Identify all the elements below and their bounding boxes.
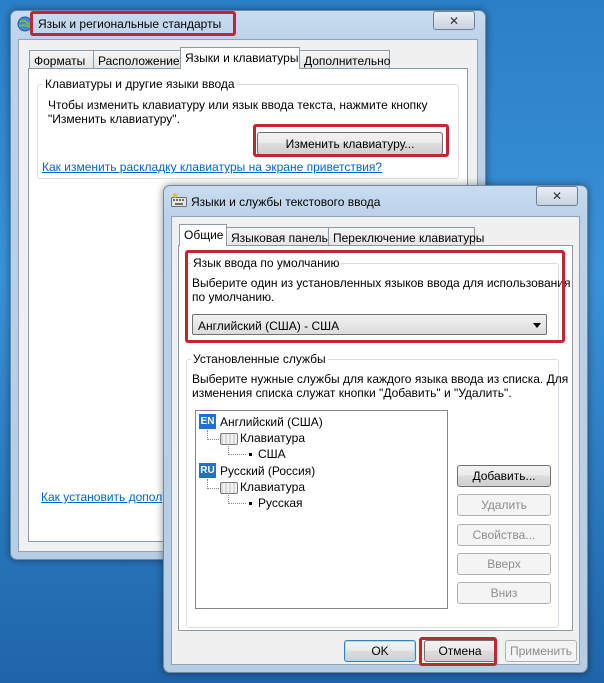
- button-label: Добавить...: [472, 469, 536, 483]
- keyboard-icon: [171, 193, 187, 207]
- tab-label: Языковая панель: [231, 231, 328, 245]
- tab-label: Форматы: [34, 54, 86, 68]
- close-icon: ✕: [448, 13, 460, 28]
- title-highlight: [30, 11, 236, 36]
- button-label: OK: [371, 644, 389, 658]
- tab-label: Расположение: [98, 54, 180, 68]
- tree-item-en-layout[interactable]: США: [258, 447, 286, 461]
- group-title: Клавиатуры и другие языки ввода: [43, 77, 237, 91]
- bullet-icon: [249, 453, 252, 456]
- tab-language-bar[interactable]: Языковая панель: [226, 227, 329, 246]
- tab-formats[interactable]: Форматы: [29, 50, 94, 69]
- tree-line: [207, 488, 219, 489]
- apply-button[interactable]: Применить: [505, 640, 577, 662]
- button-label: Вверх: [487, 557, 521, 571]
- default-language-highlight: [185, 250, 565, 343]
- button-label: Вниз: [490, 586, 518, 600]
- properties-button[interactable]: Свойства...: [457, 524, 551, 546]
- tab-label: Общие: [184, 228, 224, 242]
- close-button[interactable]: ✕: [536, 186, 578, 206]
- tree-item-ru-layout[interactable]: Русская: [258, 496, 303, 510]
- button-label: Применить: [509, 644, 572, 658]
- tree-item-en-language[interactable]: Английский (США): [220, 415, 323, 429]
- tab-keyboard-switching[interactable]: Переключение клавиатуры: [328, 227, 484, 246]
- window-title: Языки и службы текстового ввода: [191, 195, 381, 209]
- tree-item-ru-language[interactable]: Русский (Россия): [220, 464, 315, 478]
- group-text: изменения списка служат кнопки "Добавить…: [192, 386, 512, 400]
- move-down-button[interactable]: Вниз: [457, 582, 551, 604]
- keyboard-icon: [220, 433, 238, 445]
- move-up-button[interactable]: Вверх: [457, 553, 551, 575]
- services-tree[interactable]: EN Английский (США) Клавиатура США RU Ру…: [195, 410, 448, 609]
- button-label: Удалить: [481, 498, 527, 512]
- tab-general[interactable]: Общие: [179, 224, 227, 246]
- tree-item-en-keyboard[interactable]: Клавиатура: [240, 431, 305, 445]
- button-label: Свойства...: [472, 528, 536, 542]
- tab-label: Дополнительно: [304, 54, 391, 68]
- tab-languages-keyboards[interactable]: Языки и клавиатуры: [180, 47, 300, 69]
- tree-line: [228, 503, 246, 504]
- ok-button[interactable]: OK: [344, 640, 416, 662]
- tree-line: [207, 439, 219, 440]
- close-icon: ✕: [551, 189, 563, 203]
- ru-language-icon: RU: [199, 463, 216, 478]
- group-text: Чтобы изменить клавиатуру или язык ввода…: [48, 98, 428, 112]
- installed-services-group: Установленные службы Выберите нужные слу…: [186, 352, 568, 628]
- tab-location[interactable]: Расположение: [93, 50, 181, 69]
- cancel-highlight: [419, 637, 497, 666]
- add-button[interactable]: Добавить...: [457, 465, 551, 487]
- tab-label: Языки и клавиатуры: [185, 51, 299, 65]
- bullet-icon: [249, 502, 252, 505]
- en-language-icon: EN: [199, 414, 216, 429]
- button-highlight: [253, 124, 449, 157]
- install-languages-link[interactable]: Как установить допол: [41, 490, 162, 504]
- group-text: "Изменить клавиатуру".: [48, 112, 180, 126]
- tree-line: [228, 454, 246, 455]
- keyboard-icon: [220, 482, 238, 494]
- close-button[interactable]: ✕: [433, 11, 475, 30]
- tab-label: Переключение клавиатуры: [333, 231, 485, 245]
- tree-item-ru-keyboard[interactable]: Клавиатура: [240, 480, 305, 494]
- welcome-screen-link[interactable]: Как изменить раскладку клавиатуры на экр…: [42, 160, 382, 174]
- tab-advanced[interactable]: Дополнительно: [299, 50, 390, 69]
- group-title: Установленные службы: [191, 352, 328, 366]
- remove-button[interactable]: Удалить: [457, 494, 551, 516]
- group-text: Выберите нужные службы для каждого языка…: [192, 372, 569, 386]
